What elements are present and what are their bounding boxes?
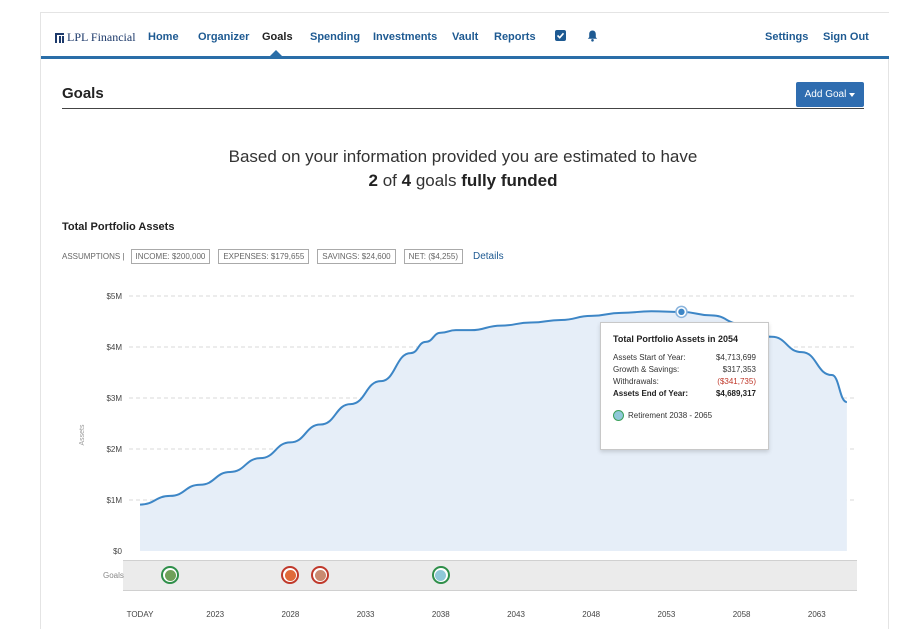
- x-tick-label: 2043: [507, 610, 525, 619]
- x-tick-label: 2033: [357, 610, 375, 619]
- net-chip: NET: ($4,255): [403, 249, 463, 264]
- tooltip-row-growth: Growth & Savings: $317,353: [613, 364, 756, 376]
- assumptions-bar: ASSUMPTIONS | INCOME: $200,000 EXPENSES:…: [62, 249, 504, 264]
- tooltip-row-end: Assets End of Year: $4,689,317: [613, 388, 756, 400]
- settings-link[interactable]: Settings: [765, 31, 808, 43]
- tooltip-value: $4,689,317: [715, 389, 756, 398]
- tooltip-title: Total Portfolio Assets in 2054: [613, 334, 739, 344]
- brand-name: LPL Financial: [67, 30, 136, 44]
- tooltip-value: ($341,735): [717, 377, 756, 386]
- section-title: Total Portfolio Assets: [62, 221, 175, 233]
- funding-summary-line1: Based on your information provided you a…: [228, 147, 698, 166]
- tooltip-value: $4,713,699: [715, 353, 756, 362]
- tooltip-goal: Retirement 2038 - 2065: [613, 410, 756, 421]
- sign-out-link[interactable]: Sign Out: [823, 31, 869, 43]
- x-tick-label: 2063: [808, 610, 826, 619]
- goals-word: goals: [415, 171, 457, 190]
- total-goals-count: 4: [401, 171, 412, 190]
- x-tick-label: 2028: [282, 610, 300, 619]
- goal-image: [164, 569, 176, 581]
- nav-item-vault[interactable]: Vault: [452, 31, 478, 43]
- retirement-goal-icon: [613, 410, 624, 421]
- tooltip-value: $317,353: [722, 365, 756, 374]
- x-tick-label: 2058: [733, 610, 751, 619]
- tooltip-label: Withdrawals:: [613, 377, 659, 386]
- expenses-chip: EXPENSES: $179,655: [218, 249, 310, 264]
- nav-item-spending[interactable]: Spending: [310, 31, 360, 43]
- tooltip-label: Assets End of Year:: [613, 389, 688, 398]
- funded-count: 2: [368, 171, 378, 190]
- title-divider: [62, 108, 864, 109]
- x-tick-label: TODAY: [127, 610, 154, 619]
- goals-timeline-label: Goals: [103, 571, 124, 580]
- goal-image: [435, 569, 447, 581]
- nav-item-home[interactable]: Home: [148, 31, 179, 43]
- y-tick-label: $2M: [106, 445, 122, 454]
- nav-item-investments[interactable]: Investments: [373, 31, 437, 43]
- fully-funded-text: fully funded: [461, 171, 558, 190]
- details-link[interactable]: Details: [473, 251, 504, 262]
- funding-summary-line2: 2 of 4 goals fully funded: [62, 169, 864, 193]
- tasks-check-icon[interactable]: [555, 30, 566, 41]
- nav-item-reports[interactable]: Reports: [494, 31, 536, 43]
- x-tick-label: 2053: [658, 610, 676, 619]
- y-tick-label: $0: [113, 547, 122, 556]
- tooltip-label: Growth & Savings:: [613, 365, 680, 374]
- assumptions-label: ASSUMPTIONS |: [62, 252, 125, 261]
- highlight-point: [678, 308, 685, 316]
- year-detail-tooltip: Total Portfolio Assets in 2054 Assets St…: [600, 322, 769, 450]
- goal-marker-icon[interactable]: [161, 566, 180, 584]
- goal-image: [284, 569, 296, 581]
- chevron-down-icon: [849, 92, 856, 97]
- top-navigation: LPL Financial Home Organizer Goals Spending…: [41, 13, 889, 59]
- active-tab-indicator: [270, 50, 282, 56]
- brand-logo[interactable]: LPL Financial: [55, 30, 136, 45]
- notifications-bell-icon[interactable]: [587, 29, 598, 47]
- of-word: of: [382, 171, 397, 190]
- page-title: Goals: [62, 85, 104, 102]
- goal-image: [314, 569, 326, 581]
- y-tick-label: $4M: [106, 343, 122, 352]
- y-tick-label: $1M: [106, 496, 122, 505]
- y-axis-label: Assets: [79, 424, 86, 446]
- lpl-logo-icon: [55, 32, 64, 43]
- x-tick-label: 2038: [432, 610, 450, 619]
- add-goal-label: Add Goal: [804, 89, 847, 100]
- tooltip-goal-label: Retirement 2038 - 2065: [628, 411, 713, 420]
- x-tick-label: 2023: [206, 610, 224, 619]
- income-chip: INCOME: $200,000: [130, 249, 211, 264]
- tooltip-label: Assets Start of Year:: [613, 353, 686, 362]
- nav-item-goals[interactable]: Goals: [262, 31, 293, 43]
- funding-summary: Based on your information provided you a…: [62, 145, 864, 193]
- y-tick-label: $3M: [106, 394, 122, 403]
- y-tick-label: $5M: [106, 292, 122, 301]
- nav-item-organizer[interactable]: Organizer: [198, 31, 249, 43]
- tooltip-row-withdrawals: Withdrawals: ($341,735): [613, 376, 756, 388]
- tooltip-row-start: Assets Start of Year: $4,713,699: [613, 352, 756, 364]
- goal-marker-icon[interactable]: [431, 566, 450, 584]
- savings-chip: SAVINGS: $24,600: [317, 249, 396, 264]
- goals-timeline-band: [123, 560, 857, 591]
- x-tick-label: 2048: [582, 610, 600, 619]
- add-goal-button[interactable]: Add Goal: [796, 82, 864, 107]
